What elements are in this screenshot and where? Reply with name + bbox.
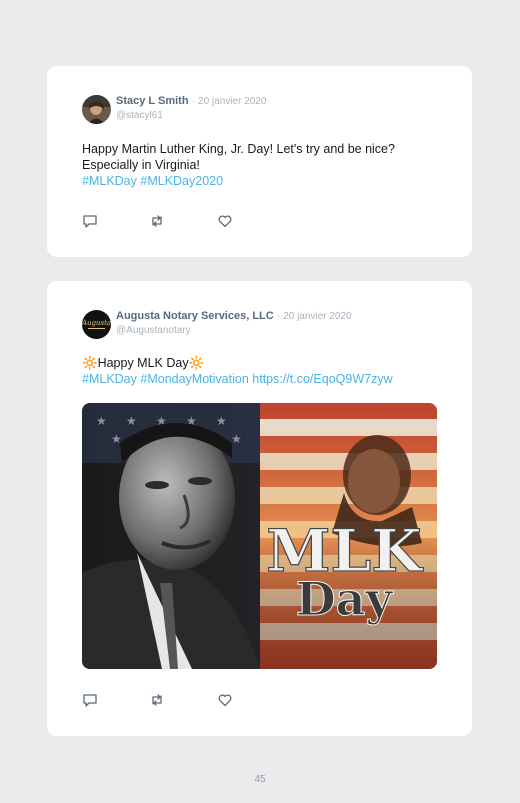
tweet-text: Happy Martin Luther King, Jr. Day! Let's…	[82, 141, 442, 189]
separator: ·	[276, 311, 281, 322]
sun-emoji-icon: 🔆	[188, 356, 205, 370]
avatar[interactable]: Augusta	[82, 310, 111, 339]
svg-text:★: ★	[216, 414, 227, 428]
author-handle[interactable]: @Augustanotary	[116, 325, 191, 336]
author-name[interactable]: Stacy L Smith	[116, 95, 189, 107]
media-text-day: Day	[296, 572, 394, 626]
like-icon[interactable]	[217, 692, 233, 708]
page-number: 45	[254, 774, 266, 785]
separator: ·	[191, 96, 195, 107]
author-handle[interactable]: @stacyl61	[116, 110, 163, 121]
tweet-media-image[interactable]: ★ ★ ★ ★ ★ ★ ★ ★ MLK	[82, 403, 437, 669]
tweet-header: Augusta Notary Services, LLC · 20 janvie…	[116, 310, 352, 322]
like-icon[interactable]	[217, 213, 233, 229]
tweet-text-line: Especially in Virginia!	[82, 158, 200, 172]
hashtag-link[interactable]: #MLKDay	[82, 372, 137, 386]
url-link[interactable]: https://t.co/EqoQ9W7zyw	[252, 372, 392, 386]
svg-text:★: ★	[96, 414, 107, 428]
hashtag-link[interactable]: #MLKDay	[82, 174, 137, 188]
tweet-text: 🔆Happy MLK Day🔆 #MLKDay #MondayMotivatio…	[82, 355, 442, 387]
avatar[interactable]	[82, 95, 111, 124]
retweet-icon[interactable]	[149, 213, 165, 229]
tweet-date[interactable]: 20 janvier 2020	[283, 311, 351, 322]
svg-text:★: ★	[126, 414, 137, 428]
author-name[interactable]: Augusta Notary Services, LLC	[116, 310, 274, 322]
svg-text:★: ★	[231, 432, 242, 446]
avatar-photo	[82, 95, 111, 124]
hashtag-link[interactable]: #MondayMotivation	[140, 372, 248, 386]
hashtag-link[interactable]: #MLKDay2020	[140, 174, 223, 188]
reply-icon[interactable]	[82, 213, 98, 229]
tweet-text-line: Happy MLK Day	[97, 356, 189, 370]
tweet-actions	[82, 692, 282, 708]
sun-emoji-icon: 🔆	[82, 356, 98, 370]
tweet-actions	[82, 213, 282, 229]
avatar-logo: Augusta	[82, 310, 111, 339]
tweet-header: Stacy L Smith · 20 janvier 2020	[116, 95, 266, 107]
tweet-date[interactable]: 20 janvier 2020	[198, 96, 266, 107]
tweet-card: Stacy L Smith · 20 janvier 2020 @stacyl6…	[47, 66, 472, 257]
retweet-icon[interactable]	[149, 692, 165, 708]
tweet-card: Augusta Augusta Notary Services, LLC · 2…	[47, 281, 472, 736]
reply-icon[interactable]	[82, 692, 98, 708]
svg-text:Augusta: Augusta	[82, 319, 111, 327]
tweet-text-line: Happy Martin Luther King, Jr. Day! Let's…	[82, 142, 395, 156]
